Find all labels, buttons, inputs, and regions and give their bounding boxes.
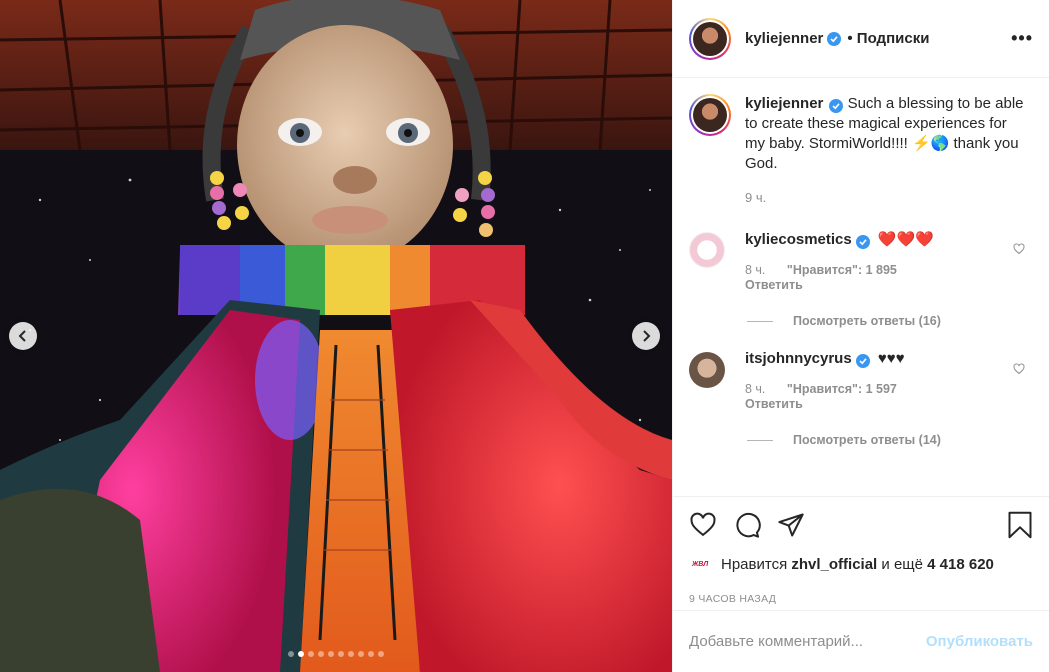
carousel-dot [368, 651, 374, 657]
view-replies-label: Посмотреть ответы (14) [793, 433, 941, 447]
comment-bubble-icon[interactable] [733, 511, 761, 539]
likes-count[interactable]: 4 418 620 [927, 556, 994, 573]
share-plane-icon[interactable] [777, 511, 805, 539]
comment-likes[interactable]: "Нравится": 1 895 [787, 263, 897, 277]
carousel-dot [378, 651, 384, 657]
comment-likes[interactable]: "Нравится": 1 597 [787, 382, 897, 396]
carousel-dot [298, 651, 304, 657]
post-header: kyliejenner • Подписки ••• [673, 0, 1049, 78]
view-replies-button[interactable]: Посмотреть ответы (14) [747, 433, 1033, 447]
verified-icon [829, 99, 844, 113]
commenter-avatar[interactable] [689, 352, 725, 388]
next-slide-button[interactable] [632, 322, 660, 350]
view-replies-label: Посмотреть ответы (16) [793, 314, 941, 328]
like-comment-icon[interactable] [1013, 242, 1025, 260]
comment-input[interactable] [689, 633, 926, 650]
likes-prefix: Нравится [721, 555, 788, 573]
chevron-left-icon [18, 330, 26, 342]
comment-time: 8 ч. [745, 382, 766, 396]
like-comment-icon[interactable] [1013, 362, 1025, 380]
post-media[interactable] [0, 0, 672, 672]
comment-item: itsjohnnycyrus ♥♥♥ 8 ч. "Нравится": 1 59… [689, 350, 1033, 411]
verified-icon [855, 235, 870, 249]
like-heart-icon[interactable] [689, 511, 717, 539]
comments-list[interactable]: kyliejenner Such a blessing to be able t… [673, 78, 1049, 496]
carousel-dot [318, 651, 324, 657]
carousel-dot [358, 651, 364, 657]
verified-icon [855, 354, 870, 368]
previous-slide-button[interactable] [9, 322, 37, 350]
view-replies-button[interactable]: Посмотреть ответы (16) [747, 314, 1033, 328]
carousel-indicator [0, 651, 672, 657]
verified-icon [827, 31, 842, 46]
commenter-username[interactable]: itsjohnnycyrus [745, 350, 852, 367]
reply-button[interactable]: Ответить [745, 397, 915, 411]
more-options-icon[interactable]: ••• [1011, 28, 1033, 49]
liker-username[interactable]: zhvl_official [791, 556, 877, 573]
following-button[interactable]: • Подписки [847, 30, 929, 47]
caption-avatar[interactable] [689, 94, 731, 136]
carousel-dot [288, 651, 294, 657]
carousel-dot [338, 651, 344, 657]
author-username[interactable]: kyliejenner [745, 30, 823, 47]
likes-summary: ЖВЛ Нравится zhvl_official и ещё 4 418 6… [689, 553, 1033, 575]
post-actions: ЖВЛ Нравится zhvl_official и ещё 4 418 6… [673, 496, 1049, 672]
comment-text: ❤️❤️❤️ [877, 231, 934, 248]
caption-time: 9 ч. [745, 190, 767, 205]
comment-time: 8 ч. [745, 263, 766, 277]
likes-middle: и ещё [881, 555, 923, 573]
commenter-avatar[interactable] [689, 232, 725, 268]
comment-item: kyliecosmetics ❤️❤️❤️ 8 ч. "Нравится": 1… [689, 230, 1033, 292]
carousel-dot [328, 651, 334, 657]
author-avatar[interactable] [689, 17, 731, 60]
caption-username[interactable]: kyliejenner [745, 95, 823, 112]
post-photo [0, 0, 672, 672]
reply-button[interactable]: Ответить [745, 278, 934, 292]
carousel-dot [308, 651, 314, 657]
carousel-dot [348, 651, 354, 657]
add-comment-bar: Опубликовать [673, 610, 1049, 672]
bookmark-icon[interactable] [1007, 511, 1033, 539]
chevron-right-icon [643, 330, 651, 342]
comment-text: ♥♥♥ [877, 350, 905, 367]
post-caption: kyliejenner Such a blessing to be able t… [689, 94, 1033, 208]
publish-button[interactable]: Опубликовать [926, 633, 1033, 650]
commenter-username[interactable]: kyliecosmetics [745, 231, 852, 248]
liker-avatar[interactable]: ЖВЛ [689, 553, 711, 575]
post-sidebar: kyliejenner • Подписки ••• kyliejenner S… [672, 0, 1049, 672]
post-timestamp: 9 ЧАСОВ НАЗАД [689, 593, 777, 605]
